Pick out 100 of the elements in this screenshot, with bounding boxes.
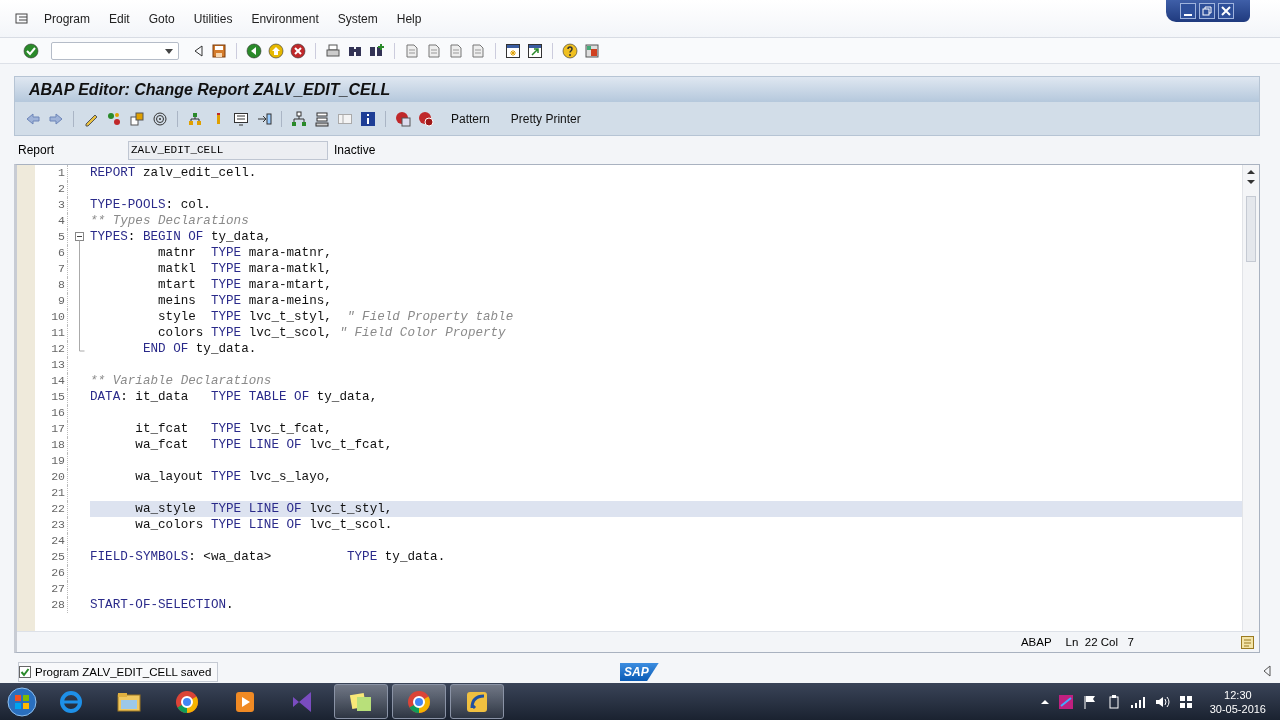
back-icon[interactable] xyxy=(246,42,262,59)
collapse-triangle-icon[interactable] xyxy=(1262,665,1272,677)
menu-item[interactable]: Program xyxy=(44,11,90,26)
menu-item[interactable]: Utilities xyxy=(193,11,233,26)
activate-icon[interactable] xyxy=(395,110,411,127)
code-line: TYPE-POOLS: col. xyxy=(90,197,212,213)
code-line: wa_colors TYPE LINE OF lvc_t_scol. xyxy=(134,517,394,533)
line-number: 22 xyxy=(35,501,68,517)
command-field[interactable] xyxy=(51,41,179,60)
menu-item[interactable]: Goto xyxy=(148,11,175,26)
info-icon[interactable] xyxy=(360,110,376,127)
window-title: ABAP Editor: Change Report ZALV_EDIT_CELL xyxy=(29,80,391,99)
taskbar-app[interactable] xyxy=(450,684,504,719)
layout-menu-icon[interactable] xyxy=(584,42,600,59)
line-number: 6 xyxy=(35,245,68,261)
line-number: 23 xyxy=(35,517,68,533)
tree-icon[interactable] xyxy=(291,110,307,127)
line-number: 24 xyxy=(35,533,68,549)
code-line: colors TYPE lvc_t_scol, " Field Color Property xyxy=(157,325,507,341)
cancel-icon[interactable] xyxy=(290,42,306,59)
menu-icon[interactable] xyxy=(14,11,30,26)
menu-item[interactable]: System xyxy=(337,11,378,26)
line-number: 16 xyxy=(35,405,68,421)
line-number: 18 xyxy=(35,437,68,453)
report-field[interactable]: ZALV_EDIT_CELL xyxy=(128,140,328,160)
toolbar-button[interactable]: Pretty Printer xyxy=(506,109,585,128)
menu-item[interactable]: Edit xyxy=(109,11,130,26)
restore-button[interactable] xyxy=(1199,3,1215,19)
objects-icon[interactable] xyxy=(129,110,145,127)
screen-icon[interactable] xyxy=(233,110,249,127)
close-button[interactable] xyxy=(1218,3,1234,19)
code-line: START-OF-SELECTION. xyxy=(90,597,235,613)
line-number: 15 xyxy=(35,389,68,405)
cursor-position: Ln 22 Col 7 xyxy=(1065,636,1134,648)
start-button[interactable] xyxy=(7,686,37,717)
sap-logo: SAP xyxy=(620,663,659,681)
line-number: 8 xyxy=(35,277,68,293)
status-message: Program ZALV_EDIT_CELL saved xyxy=(35,666,212,678)
code-line: wa_fcat TYPE LINE OF lvc_t_fcat, xyxy=(134,437,394,453)
scroll-up-arrow-icon[interactable] xyxy=(1246,168,1256,176)
code-line: matnr TYPE mara-matnr, xyxy=(157,245,333,261)
shortcut-icon[interactable] xyxy=(527,42,543,59)
code-line: REPORT zalv_edit_cell. xyxy=(90,165,258,181)
code-line: mtart TYPE mara-mtart, xyxy=(157,277,333,293)
report-status: Inactive xyxy=(334,143,376,157)
line-number: 2 xyxy=(35,181,68,197)
menu-item[interactable]: Environment xyxy=(251,11,319,26)
line-number: 7 xyxy=(35,261,68,277)
taskbar-app[interactable] xyxy=(334,684,388,719)
line-number: 14 xyxy=(35,373,68,389)
collapse-icon[interactable] xyxy=(73,229,85,245)
line-number: 11 xyxy=(35,325,68,341)
report-label: Report xyxy=(17,143,56,157)
line-number: 21 xyxy=(35,485,68,501)
vertical-scrollbar[interactable] xyxy=(1242,165,1259,631)
action-center-icon[interactable] xyxy=(1177,693,1194,710)
enter-icon[interactable] xyxy=(23,42,39,59)
scroll-thumb[interactable] xyxy=(1246,196,1256,262)
language-label: ABAP xyxy=(1020,636,1052,648)
minimize-button[interactable] xyxy=(1180,3,1196,19)
stack-icon[interactable] xyxy=(314,110,330,127)
exit-icon[interactable] xyxy=(268,42,284,59)
toolbar-button[interactable]: Pattern xyxy=(447,109,494,128)
check-syntax-icon[interactable] xyxy=(106,110,122,127)
line-number: 27 xyxy=(35,581,68,597)
line-number: 17 xyxy=(35,421,68,437)
notes-icon[interactable] xyxy=(1240,634,1255,650)
hierarchy-icon[interactable] xyxy=(187,110,203,127)
code-line: DATA: it_data TYPE TABLE OF ty_data, xyxy=(90,389,379,405)
line-number: 25 xyxy=(35,549,68,565)
code-line: TYPES: BEGIN OF ty_data, xyxy=(90,229,273,245)
new-session-icon[interactable] xyxy=(505,42,521,59)
line-number: 1 xyxy=(35,165,68,181)
clock-date: 30-05-2016 xyxy=(1209,701,1266,716)
taskbar-app[interactable] xyxy=(392,684,446,719)
code-line: wa_layout TYPE lvc_s_layo, xyxy=(134,469,333,485)
line-number: 4 xyxy=(35,213,68,229)
line-number: 9 xyxy=(35,293,68,309)
help-icon[interactable] xyxy=(562,42,578,59)
clock-time: 12:30 xyxy=(1224,687,1252,702)
code-line: END OF ty_data. xyxy=(141,341,258,357)
code-line: matkl TYPE mara-matkl, xyxy=(157,261,333,277)
scroll-down-arrow-icon[interactable] xyxy=(1246,178,1256,186)
save-icon[interactable] xyxy=(211,42,227,59)
code-line: ** Variable Declarations xyxy=(90,373,273,389)
code-line: ** Types Declarations xyxy=(90,213,250,229)
deactivate-icon[interactable] xyxy=(418,110,434,127)
line-number: 5 xyxy=(35,229,68,245)
line-number: 26 xyxy=(35,565,68,581)
code-line: FIELD-SYMBOLS: <wa_data> TYPE ty_data. xyxy=(90,549,447,565)
line-number: 19 xyxy=(35,453,68,469)
print-icon[interactable] xyxy=(325,42,341,59)
flag-icon[interactable] xyxy=(1081,693,1098,710)
arrows-icon[interactable] xyxy=(256,110,272,127)
code-line: style TYPE lvc_t_styl, " Field Property table xyxy=(157,309,515,325)
dropdown-caret-icon xyxy=(164,46,174,55)
menu-item[interactable]: Help xyxy=(396,11,422,26)
line-number: 10 xyxy=(35,309,68,325)
binoculars-plus-icon[interactable] xyxy=(369,42,385,59)
code-line: meins TYPE mara-meins, xyxy=(157,293,333,309)
